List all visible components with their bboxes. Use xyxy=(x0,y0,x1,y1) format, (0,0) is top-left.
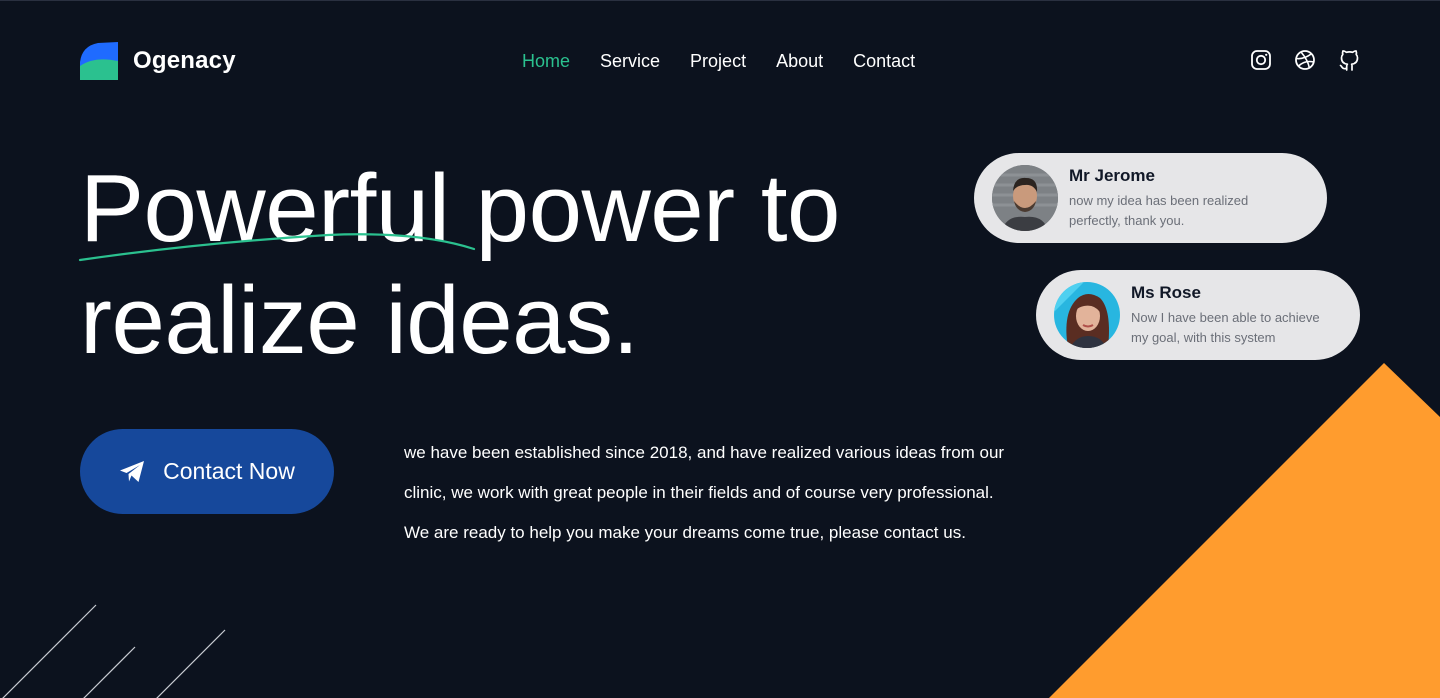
description-line: we have been established since 2018, and… xyxy=(404,443,1005,462)
testimonial-message-line: perfectly, thank you. xyxy=(1069,213,1185,228)
hero-heading-line-1-rest: power to xyxy=(475,155,841,262)
testimonial-message-line: Now I have been able to achieve xyxy=(1131,310,1320,325)
dribbble-icon[interactable] xyxy=(1294,49,1316,71)
logo-mark-icon xyxy=(80,42,118,80)
testimonial-text: Ms Rose Now I have been able to achieve … xyxy=(1131,282,1320,348)
diagonal-line-decoration xyxy=(83,646,136,698)
diagonal-line-decoration xyxy=(156,629,226,698)
main-nav: Home Service Project About Contact xyxy=(522,51,915,71)
contact-now-label: Contact Now xyxy=(163,458,295,484)
description-line: We are ready to help you make your dream… xyxy=(404,523,966,542)
social-links xyxy=(1250,49,1360,71)
hero-heading-line-2: realize ideas. xyxy=(80,267,639,374)
contact-now-button[interactable]: Contact Now xyxy=(80,429,334,514)
testimonial-text: Mr Jerome now my idea has been realized … xyxy=(1069,165,1248,231)
brand-name: Ogenacy xyxy=(133,47,236,74)
diagonal-line-decoration xyxy=(2,604,97,698)
testimonial-card: Ms Rose Now I have been able to achieve … xyxy=(1036,270,1360,360)
description-line: clinic, we work with great people in the… xyxy=(404,483,994,502)
testimonial-name: Mr Jerome xyxy=(1069,166,1155,185)
nav-project[interactable]: Project xyxy=(690,51,746,71)
avatar xyxy=(992,165,1058,231)
nav-home[interactable]: Home xyxy=(522,51,570,71)
github-icon[interactable] xyxy=(1338,49,1360,71)
nav-about[interactable]: About xyxy=(776,51,823,71)
hero-description: we have been established since 2018, and… xyxy=(404,433,1064,553)
nav-contact[interactable]: Contact xyxy=(853,51,915,71)
paper-plane-icon xyxy=(120,460,145,482)
testimonial-message: now my idea has been realized perfectly,… xyxy=(1069,191,1248,231)
brand-logo[interactable]: Ogenacy xyxy=(80,42,236,80)
highlight-underline-decoration xyxy=(78,233,476,262)
testimonial-message-line: my goal, with this system xyxy=(1131,330,1276,345)
testimonial-message: Now I have been able to achieve my goal,… xyxy=(1131,308,1320,348)
orange-triangle-decoration xyxy=(1049,363,1440,698)
avatar xyxy=(1054,282,1120,348)
landing-page: Ogenacy Home Service Project About Conta… xyxy=(0,0,1440,698)
nav-service[interactable]: Service xyxy=(600,51,660,71)
testimonial-card: Mr Jerome now my idea has been realized … xyxy=(974,153,1327,243)
testimonial-message-line: now my idea has been realized xyxy=(1069,193,1249,208)
testimonial-name: Ms Rose xyxy=(1131,283,1201,302)
instagram-icon[interactable] xyxy=(1250,49,1272,71)
